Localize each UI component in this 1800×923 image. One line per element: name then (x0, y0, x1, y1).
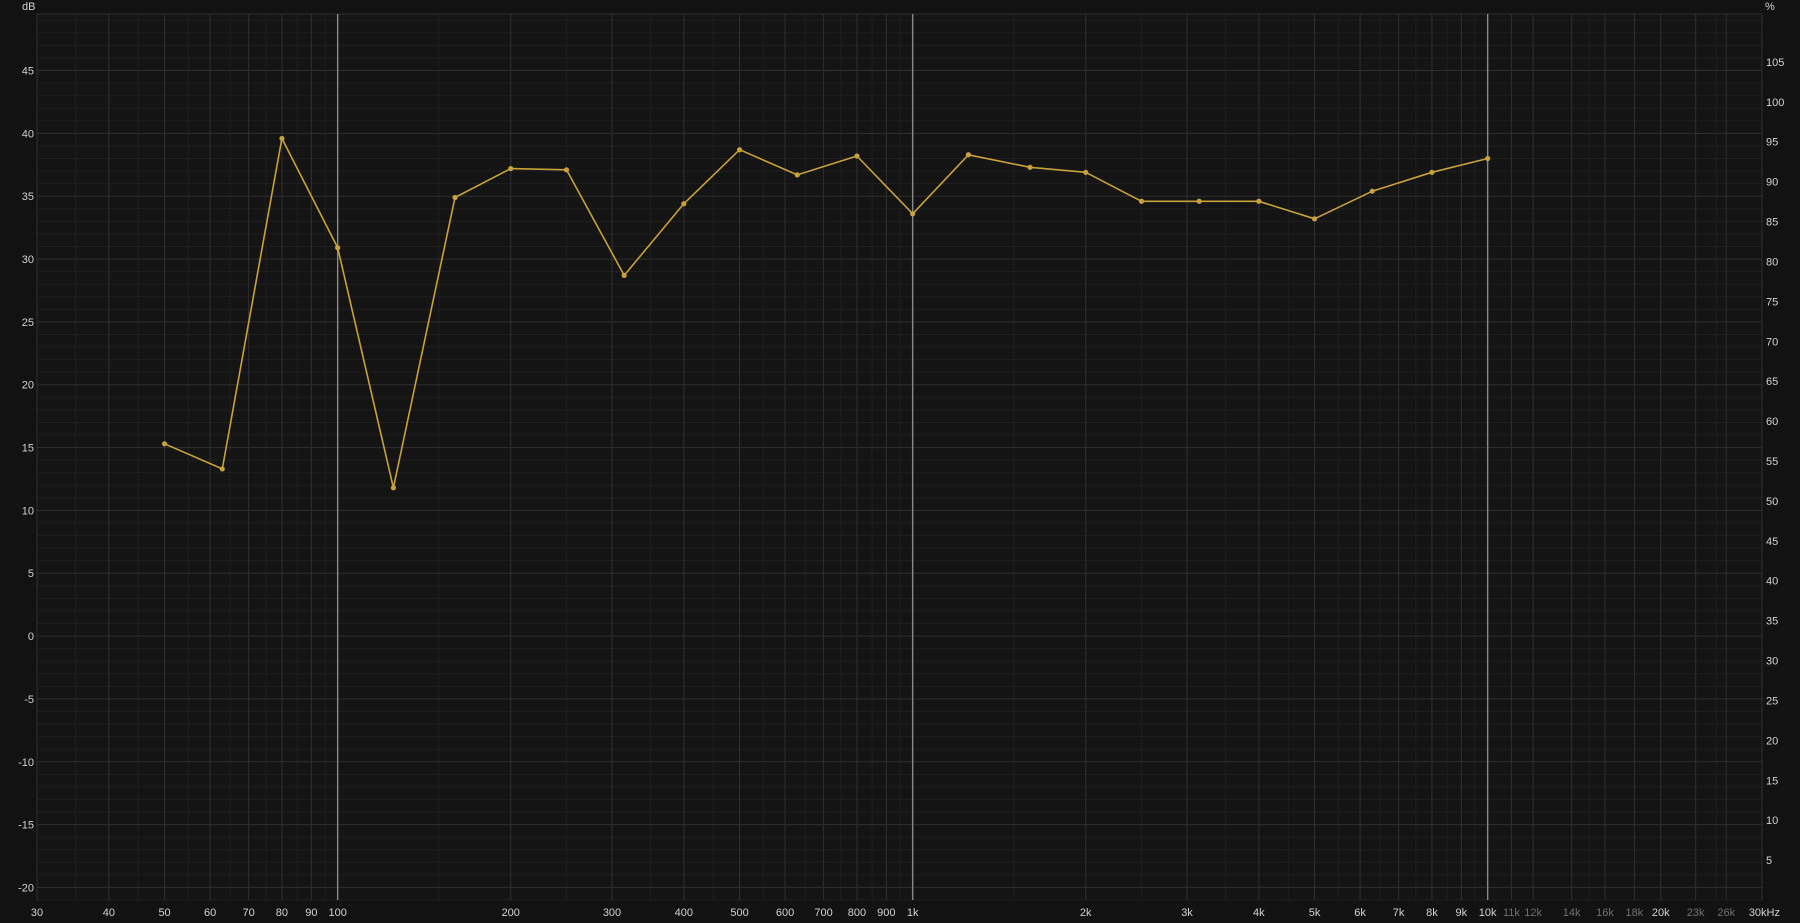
y2-tick-label: 70 (1766, 336, 1778, 348)
data-point (794, 172, 800, 178)
y2-tick-label: 85 (1766, 217, 1778, 229)
x-tick-label: 700 (814, 907, 832, 919)
x-tick-label: 300 (603, 907, 621, 919)
data-point (1083, 169, 1089, 175)
x-tick-label: 18k (1626, 907, 1644, 919)
x-tick-label: 2k (1080, 907, 1092, 919)
x-tick-label: 500 (730, 907, 748, 919)
data-point (1429, 169, 1435, 175)
data-point (1485, 155, 1491, 162)
x-tick-label: 3k (1181, 907, 1193, 919)
data-point (854, 153, 860, 159)
data-point (1027, 164, 1033, 170)
x-tick-label: 11k (1503, 907, 1520, 919)
x-tick-label: 900 (877, 907, 895, 919)
data-point (452, 194, 458, 201)
x-tick-label: 20k (1652, 907, 1670, 919)
x-tick-label: 23k (1687, 907, 1705, 919)
x-tick-label: 10k (1479, 907, 1497, 919)
data-point (736, 147, 743, 153)
x-tick-label: 90 (305, 907, 317, 919)
data-point (279, 135, 285, 142)
data-point (1138, 198, 1145, 204)
x-tick-label: 200 (502, 907, 520, 919)
y2-tick-label: 20 (1766, 735, 1778, 747)
x-tick-label: 5k (1309, 907, 1321, 919)
x-tick-label: 80 (276, 907, 288, 919)
y-tick-label: -15 (18, 820, 34, 832)
y2-tick-label: 80 (1766, 256, 1778, 268)
data-point (965, 152, 971, 158)
y-tick-label: 30 (22, 254, 34, 266)
y-tick-label: -5 (24, 694, 34, 706)
data-point (161, 441, 168, 447)
y2-tick-label: 50 (1766, 496, 1778, 508)
y2-tick-label: 5 (1766, 855, 1772, 867)
x-tick-label: 12k (1524, 907, 1542, 919)
y2-axis-unit-label: % (1765, 1, 1775, 13)
y2-tick-label: 95 (1766, 137, 1778, 149)
y2-tick-label: 10 (1766, 815, 1778, 827)
y-tick-label: -20 (18, 882, 34, 894)
y-tick-label: 25 (22, 317, 34, 329)
x-tick-label: 800 (848, 907, 866, 919)
x-tick-label: 7k (1393, 907, 1405, 919)
y-tick-label: 5 (28, 568, 34, 580)
x-tick-label: 30 (31, 907, 43, 919)
data-point (1311, 216, 1318, 222)
y-tick-label: 40 (22, 128, 34, 140)
x-tick-label: 14k (1563, 907, 1581, 919)
x-tick-label: 60 (204, 907, 216, 919)
x-tick-label: 16k (1596, 907, 1614, 919)
y2-tick-label: 75 (1766, 296, 1778, 308)
y2-tick-label: 35 (1766, 616, 1778, 628)
x-tick-label: 40 (103, 907, 115, 919)
x-tick-label: 400 (675, 907, 693, 919)
y-tick-label: 15 (22, 443, 34, 455)
y2-tick-label: 15 (1766, 775, 1778, 787)
data-point (508, 165, 514, 172)
data-point (681, 201, 687, 207)
y-tick-label: 0 (28, 631, 34, 643)
y2-tick-label: 100 (1766, 97, 1784, 109)
y2-tick-label: 105 (1766, 57, 1784, 69)
x-tick-label: 6k (1354, 907, 1366, 919)
y-tick-label: 45 (22, 66, 34, 78)
y-tick-label: 20 (22, 380, 34, 392)
x-tick-label: 9k (1456, 907, 1468, 919)
x-tick-label: 100 (328, 907, 346, 919)
y2-tick-label: 90 (1766, 177, 1778, 189)
x-tick-label: 30kHz (1749, 907, 1780, 919)
data-point (1369, 188, 1375, 194)
y-axis-unit-label: dB (22, 1, 35, 13)
y2-tick-label: 40 (1766, 576, 1778, 588)
y2-tick-label: 45 (1766, 536, 1778, 548)
data-point (1196, 198, 1202, 204)
data-point (335, 245, 341, 251)
y2-tick-label: 55 (1766, 456, 1778, 468)
x-tick-label: 26k (1717, 907, 1735, 919)
x-tick-label: 600 (776, 907, 794, 919)
x-tick-label: 8k (1426, 907, 1438, 919)
frequency-response-chart: 30 40 50 60 70 80 90 100 200 300 400 500 600 700 800 90… (0, 0, 1800, 923)
data-point (910, 211, 916, 217)
data-point (1256, 198, 1262, 204)
x-tick-label: 4k (1253, 907, 1265, 919)
y-tick-label: 10 (22, 505, 34, 517)
y2-tick-label: 60 (1766, 416, 1778, 428)
y2-tick-label: 30 (1766, 656, 1778, 668)
y-tick-label: -10 (18, 757, 34, 769)
x-tick-label: 70 (242, 907, 254, 919)
y2-tick-label: 65 (1766, 376, 1778, 388)
data-point (219, 466, 225, 472)
data-point (563, 167, 570, 173)
x-tick-label: 1k (907, 907, 919, 919)
x-tick-label: 50 (158, 907, 170, 919)
data-point (390, 485, 396, 491)
y-tick-label: 35 (22, 191, 34, 203)
y2-tick-label: 25 (1766, 695, 1778, 707)
data-point (621, 272, 627, 279)
